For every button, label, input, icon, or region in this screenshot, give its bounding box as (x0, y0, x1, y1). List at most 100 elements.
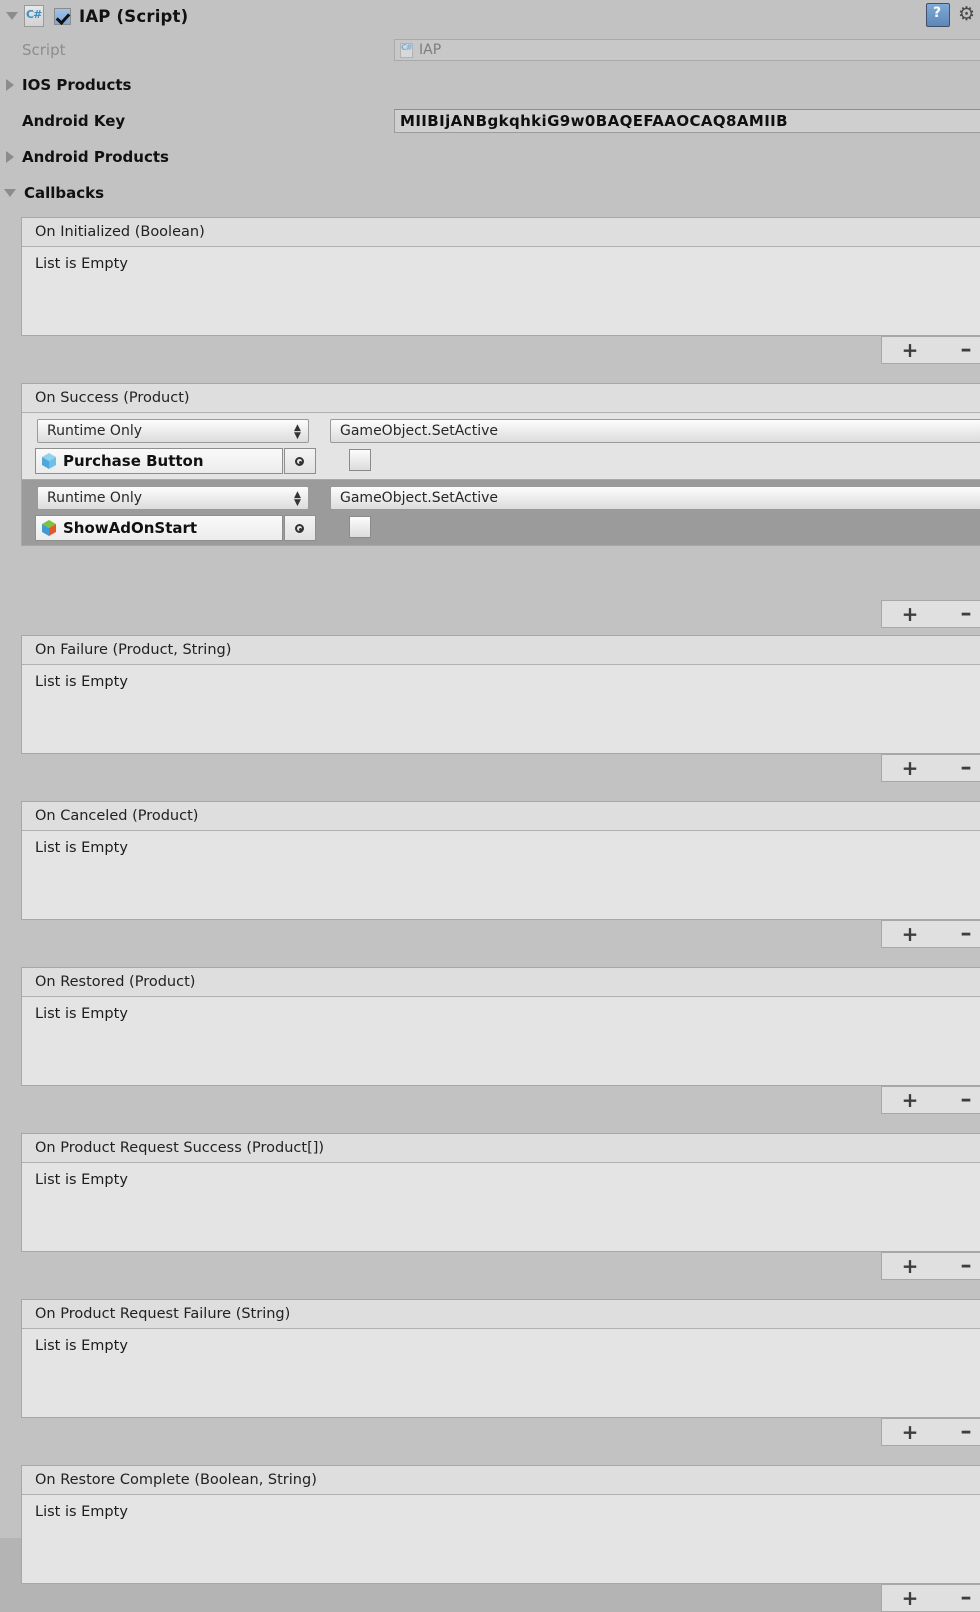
callback-list-footer: + – (881, 754, 980, 782)
empty-list-label: List is Empty (35, 1338, 128, 1354)
callback-body: List is Empty (22, 247, 980, 335)
empty-list-label: List is Empty (35, 840, 128, 856)
callback-block: On Product Request Success (Product[]) Li… (21, 1133, 980, 1252)
callback-block: On Restore Complete (Boolean, String) Lis… (21, 1465, 980, 1584)
callback-block: On Canceled (Product) List is Empty (21, 801, 980, 920)
callback-body: List is Empty (22, 1163, 980, 1251)
component-header[interactable]: IAP (Script) ⚙ (0, 0, 980, 32)
remove-listener-button[interactable]: – (938, 1587, 980, 1609)
callback-title: On Canceled (Product) (22, 802, 980, 831)
csharp-script-icon (24, 5, 44, 27)
callback-block: On Success (Product) Runtime Only ▲ ▼ GameOb… (21, 383, 980, 546)
property-row-callbacks[interactable]: Callbacks (0, 179, 980, 207)
callback-title: On Product Request Success (Product[]) (22, 1134, 980, 1163)
listener-function-dropdown[interactable]: GameObject.SetActive▲▼ (330, 419, 980, 443)
callback-block: On Initialized (Boolean) List is Empty (21, 217, 980, 336)
callback-title: On Failure (Product, String) (22, 636, 980, 665)
callback-title: On Restore Complete (Boolean, String) (22, 1466, 980, 1495)
add-listener-button[interactable]: + (882, 758, 938, 778)
add-listener-button[interactable]: + (882, 1422, 938, 1442)
callback-list-footer: + – (881, 1086, 980, 1114)
empty-list-label: List is Empty (35, 1006, 128, 1022)
callback-list-footer: + – (881, 336, 980, 364)
android-products-foldout-arrow-icon[interactable] (6, 151, 14, 163)
android-products-label: Android Products (22, 148, 169, 166)
prefab-cube-icon (40, 452, 58, 470)
add-listener-button[interactable]: + (882, 1090, 938, 1110)
object-picker-dot-icon (299, 461, 302, 464)
property-row-android-key: Android Key MIIBIjANBgkqhkiG9w0BAQEFAAOC… (0, 107, 980, 135)
add-listener-button[interactable]: + (882, 1256, 938, 1276)
remove-listener-button[interactable]: – (938, 339, 980, 361)
callback-list-footer: + – (881, 1252, 980, 1280)
callback-body: List is Empty (22, 1329, 980, 1417)
object-picker-icon[interactable] (284, 515, 316, 541)
callback-title: On Product Request Failure (String) (22, 1300, 980, 1329)
add-listener-button[interactable]: + (882, 604, 938, 624)
remove-listener-button[interactable]: – (938, 1255, 980, 1277)
listener-bool-argument-checkbox[interactable] (349, 516, 371, 538)
gear-icon[interactable]: ⚙ (958, 4, 978, 24)
gameobject-cube-icon (40, 519, 58, 537)
listener-mode-dropdown[interactable]: Runtime Only ▲ ▼ (37, 486, 309, 510)
listener-bool-argument-checkbox[interactable] (349, 449, 371, 471)
script-object-value: IAP (419, 42, 442, 58)
remove-listener-button[interactable]: – (938, 1421, 980, 1443)
remove-listener-button[interactable]: – (938, 923, 980, 945)
callbacks-foldout-arrow-icon[interactable] (4, 189, 16, 197)
object-picker-dot-icon (299, 528, 302, 531)
callback-list-footer: + – (881, 600, 980, 628)
callback-block: On Restored (Product) List is Empty (21, 967, 980, 1086)
callback-list-footer: + – (881, 1418, 980, 1446)
callback-title: On Success (Product) (22, 384, 980, 413)
android-key-label: Android Key (22, 112, 126, 130)
inspector-panel: IAP (Script) ⚙ Script IAP IOS Products A… (0, 0, 980, 1612)
ios-products-foldout-arrow-icon[interactable] (6, 79, 14, 91)
callback-entry-row[interactable]: Runtime Only▲▼ GameObject.SetActive▲▼ Purc… (22, 413, 980, 479)
property-row-ios-products[interactable]: IOS Products (0, 71, 980, 99)
script-object-field[interactable]: IAP (394, 39, 980, 61)
component-enabled-checkbox[interactable] (54, 7, 71, 25)
property-row-android-products[interactable]: Android Products (0, 143, 980, 171)
listener-target-name: ShowAdOnStart (63, 519, 198, 537)
listener-mode-dropdown[interactable]: Runtime Only ▲ ▼ (37, 419, 309, 443)
ios-products-label: IOS Products (22, 76, 132, 94)
csharp-script-icon (400, 42, 413, 58)
add-listener-button[interactable]: + (882, 924, 938, 944)
callback-body: List is Empty (22, 831, 980, 919)
callback-body: List is Empty (22, 997, 980, 1085)
listener-function-dropdown[interactable]: GameObject.SetActive▲▼ (330, 486, 980, 510)
callback-title: On Restored (Product) (22, 968, 980, 997)
callback-entry-row[interactable]: Runtime Only▲▼ GameObject.SetActive▲▼ Show… (22, 479, 980, 545)
chevron-updown-icon: ▲ ▼ (294, 490, 301, 508)
listener-target-object-field[interactable]: Purchase Button (35, 448, 283, 474)
add-listener-button[interactable]: + (882, 1588, 938, 1608)
chevron-updown-icon: ▲ ▼ (294, 423, 301, 441)
remove-listener-button[interactable]: – (938, 757, 980, 779)
callback-title: On Initialized (Boolean) (22, 218, 980, 247)
callback-body: Runtime Only▲▼ GameObject.SetActive▲▼ Purc… (22, 413, 980, 545)
callback-body: List is Empty (22, 665, 980, 753)
callback-list-footer: + – (881, 920, 980, 948)
object-picker-icon[interactable] (284, 448, 316, 474)
remove-listener-button[interactable]: – (938, 1089, 980, 1111)
script-label: Script (22, 41, 66, 59)
callback-block: On Failure (Product, String) List is Empt… (21, 635, 980, 754)
property-row-script: Script IAP (0, 36, 980, 64)
component-foldout-arrow-icon[interactable] (6, 12, 18, 20)
add-listener-button[interactable]: + (882, 340, 938, 360)
callback-body: List is Empty (22, 1495, 980, 1583)
help-book-icon[interactable] (926, 3, 950, 27)
callback-list-footer: + – (881, 1584, 980, 1612)
empty-list-label: List is Empty (35, 256, 128, 272)
component-title: IAP (Script) (79, 6, 189, 26)
callback-block: On Product Request Failure (String) List … (21, 1299, 980, 1418)
listener-target-name: Purchase Button (63, 452, 204, 470)
listener-target-object-field[interactable]: ShowAdOnStart (35, 515, 283, 541)
empty-list-label: List is Empty (35, 1504, 128, 1520)
empty-list-label: List is Empty (35, 674, 128, 690)
android-key-input[interactable]: MIIBIjANBgkqhkiG9w0BAQEFAAOCAQ8AMIIB (394, 109, 980, 133)
callbacks-label: Callbacks (24, 184, 105, 202)
empty-list-label: List is Empty (35, 1172, 128, 1188)
remove-listener-button[interactable]: – (938, 603, 980, 625)
